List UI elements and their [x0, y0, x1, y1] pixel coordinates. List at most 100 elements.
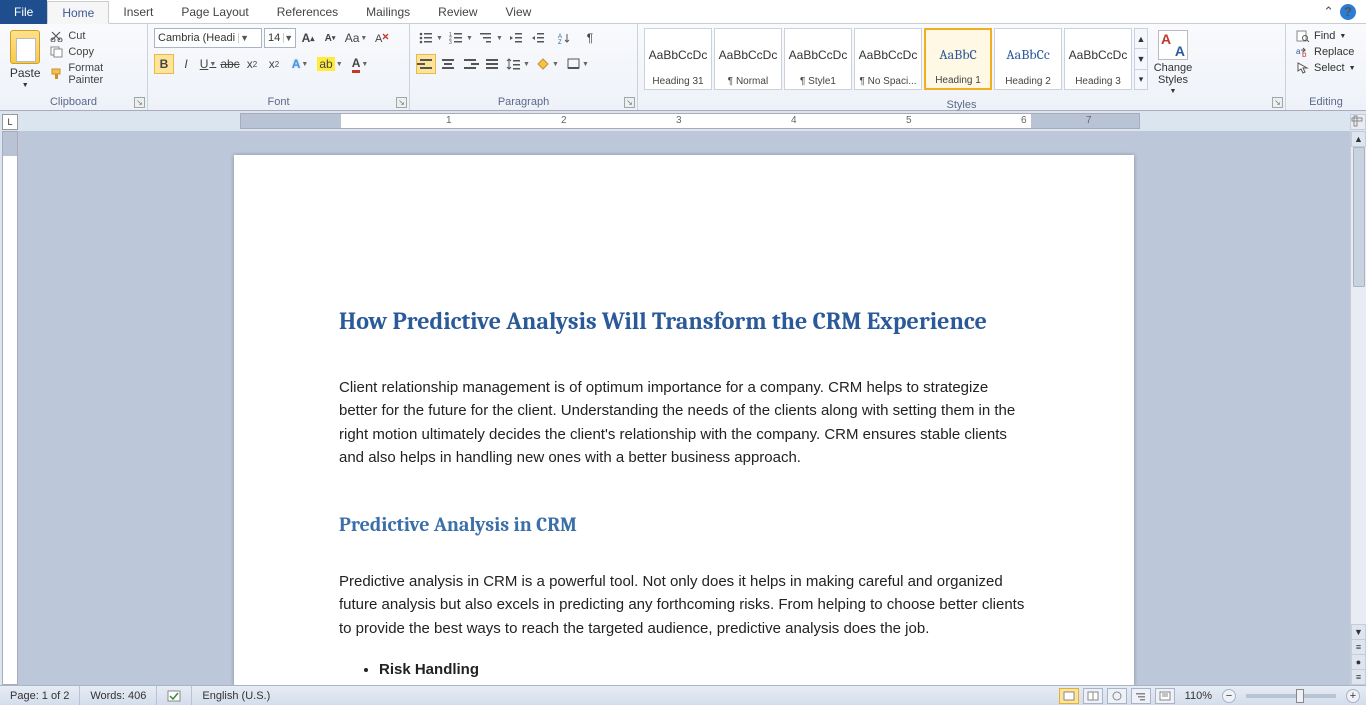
document-heading-1[interactable]: How Predictive Analysis Will Transform t… — [339, 303, 1029, 340]
style-tile-6[interactable]: AaBbCcDcHeading 3 — [1064, 28, 1132, 90]
style-tile-2[interactable]: AaBbCcDc¶ Style1 — [784, 28, 852, 90]
tab-mailings[interactable]: Mailings — [352, 1, 424, 22]
clipboard-group-label: Clipboard — [4, 94, 143, 110]
subscript-button[interactable]: x2 — [242, 54, 262, 74]
style-tile-1[interactable]: AaBbCcDc¶ Normal — [714, 28, 782, 90]
align-right-button[interactable] — [460, 54, 480, 74]
multilevel-list-button[interactable]: ▼ — [476, 28, 504, 48]
borders-button[interactable]: ▼ — [564, 54, 592, 74]
select-button[interactable]: Select ▼ — [1292, 60, 1360, 76]
print-layout-view[interactable] — [1059, 688, 1079, 704]
page[interactable]: How Predictive Analysis Will Transform t… — [234, 155, 1134, 685]
style-tile-4[interactable]: AaBbCHeading 1 — [924, 28, 992, 90]
tab-selector[interactable]: L — [2, 114, 18, 130]
web-layout-view[interactable] — [1107, 688, 1127, 704]
style-tile-0[interactable]: AaBbCcDcHeading 31 — [644, 28, 712, 90]
styles-expand[interactable]: ▾ — [1135, 70, 1147, 89]
tab-insert[interactable]: Insert — [109, 1, 167, 22]
change-case-button[interactable]: Aa▼ — [342, 28, 370, 48]
justify-button[interactable] — [482, 54, 502, 74]
italic-button[interactable]: I — [176, 54, 196, 74]
find-button[interactable]: Find ▼ — [1292, 28, 1360, 44]
brush-icon — [50, 68, 64, 80]
sort-button[interactable]: AZ — [550, 28, 578, 48]
document-area[interactable]: How Predictive Analysis Will Transform t… — [18, 131, 1350, 685]
tab-references[interactable]: References — [263, 1, 352, 22]
paragraph-group-label: Paragraph — [414, 94, 633, 110]
prev-page-button[interactable]: ≡ — [1351, 639, 1366, 655]
document-paragraph-1[interactable]: Client relationship management is of opt… — [339, 376, 1029, 469]
page-status[interactable]: Page: 1 of 2 — [0, 686, 80, 705]
styles-dialog-launcher[interactable]: ↘ — [1272, 97, 1283, 108]
zoom-out-button[interactable]: − — [1222, 689, 1236, 703]
tab-view[interactable]: View — [492, 1, 546, 22]
minimize-ribbon-icon[interactable]: ⌃ — [1323, 4, 1334, 20]
font-name-combo[interactable]: Cambria (Headi▼ — [154, 28, 262, 48]
highlight-button[interactable]: ab▼ — [316, 54, 344, 74]
align-left-button[interactable] — [416, 54, 436, 74]
font-dialog-launcher[interactable]: ↘ — [396, 97, 407, 108]
scroll-up-button[interactable]: ▲ — [1351, 131, 1366, 147]
help-icon[interactable]: ? — [1340, 4, 1356, 20]
text-effects-button[interactable]: A▼ — [286, 54, 314, 74]
next-page-button[interactable]: ≡ — [1351, 669, 1366, 685]
language-status[interactable]: English (U.S.) — [192, 686, 280, 705]
style-tile-5[interactable]: AaBbCcHeading 2 — [994, 28, 1062, 90]
svg-text:Z: Z — [558, 40, 562, 44]
word-count[interactable]: Words: 406 — [80, 686, 157, 705]
change-styles-button[interactable]: Change Styles ▼ — [1150, 28, 1196, 95]
document-paragraph-2[interactable]: Predictive analysis in CRM is a powerful… — [339, 570, 1029, 640]
font-color-button[interactable]: A▼ — [346, 54, 374, 74]
cut-button[interactable]: Cut — [46, 28, 141, 44]
document-list-item-1[interactable]: Risk Handling — [379, 658, 1029, 681]
draft-view[interactable] — [1155, 688, 1175, 704]
ruler-toggle[interactable] — [1350, 114, 1366, 130]
tab-page-layout[interactable]: Page Layout — [167, 1, 262, 22]
format-painter-button[interactable]: Format Painter — [46, 60, 141, 88]
copy-button[interactable]: Copy — [46, 44, 141, 60]
style-tile-3[interactable]: AaBbCcDc¶ No Spaci... — [854, 28, 922, 90]
zoom-level[interactable]: 110% — [1185, 690, 1212, 702]
zoom-slider-handle[interactable] — [1296, 689, 1304, 703]
tab-file[interactable]: File — [0, 0, 47, 24]
superscript-button[interactable]: x2 — [264, 54, 284, 74]
zoom-slider[interactable] — [1246, 694, 1336, 698]
styles-group-label: Styles — [642, 97, 1281, 113]
grow-font-button[interactable]: A▴ — [298, 28, 318, 48]
bullets-button[interactable]: ▼ — [416, 28, 444, 48]
strikethrough-button[interactable]: abc — [220, 54, 240, 74]
document-heading-2[interactable]: Predictive Analysis in CRM — [339, 509, 1029, 540]
status-bar: Page: 1 of 2 Words: 406 English (U.S.) 1… — [0, 685, 1366, 705]
proofing-status[interactable] — [157, 686, 192, 705]
paste-button[interactable]: Paste ▼ — [6, 28, 44, 89]
zoom-in-button[interactable]: + — [1346, 689, 1360, 703]
styles-scroll-down[interactable]: ▼ — [1135, 49, 1147, 69]
shading-button[interactable]: ▼ — [534, 54, 562, 74]
tab-review[interactable]: Review — [424, 1, 491, 22]
find-icon — [1296, 30, 1310, 42]
horizontal-ruler[interactable]: 1 2 3 4 5 6 7 — [240, 113, 1140, 129]
vertical-ruler[interactable] — [2, 131, 18, 685]
tab-home[interactable]: Home — [47, 1, 109, 24]
numbering-button[interactable]: 123▼ — [446, 28, 474, 48]
font-size-combo[interactable]: 14▼ — [264, 28, 296, 48]
styles-scroll-up[interactable]: ▲ — [1135, 29, 1147, 49]
replace-button[interactable]: abReplace — [1292, 44, 1360, 60]
underline-button[interactable]: U▼ — [198, 54, 218, 74]
decrease-indent-button[interactable] — [506, 28, 526, 48]
outline-view[interactable] — [1131, 688, 1151, 704]
scroll-thumb[interactable] — [1353, 147, 1365, 287]
clear-formatting-button[interactable]: A — [372, 28, 392, 48]
paragraph-dialog-launcher[interactable]: ↘ — [624, 97, 635, 108]
line-spacing-button[interactable]: ▼ — [504, 54, 532, 74]
scroll-down-button[interactable]: ▼ — [1351, 624, 1366, 640]
shrink-font-button[interactable]: A▾ — [320, 28, 340, 48]
full-screen-view[interactable] — [1083, 688, 1103, 704]
increase-indent-button[interactable] — [528, 28, 548, 48]
clipboard-dialog-launcher[interactable]: ↘ — [134, 97, 145, 108]
svg-text:A: A — [375, 33, 383, 45]
show-marks-button[interactable]: ¶ — [580, 28, 600, 48]
bold-button[interactable]: B — [154, 54, 174, 74]
browse-object-button[interactable]: ● — [1351, 654, 1366, 670]
align-center-button[interactable] — [438, 54, 458, 74]
